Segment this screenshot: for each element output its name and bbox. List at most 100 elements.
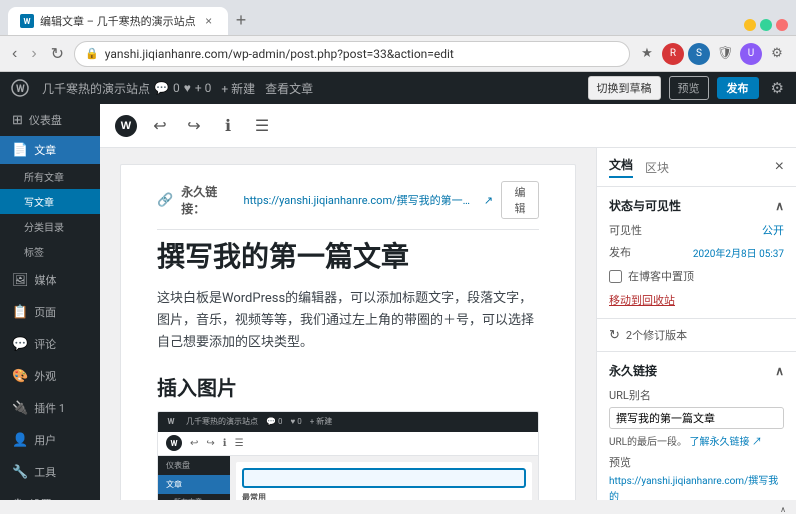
- editor-frame: 🔗 永久链接： https://yanshi.jiqianhanre.com/撰…: [120, 164, 576, 500]
- revisions-row[interactable]: ↻ 2个修订版本: [609, 327, 784, 343]
- sidebar-label-users: 用户: [34, 432, 56, 448]
- browser-tabs: W 编辑文章 – 几千寒热的演示站点 × +: [8, 0, 252, 35]
- section-title-visibility[interactable]: 状态与可见性 ∧: [609, 197, 784, 214]
- post-content[interactable]: 这块白板是WordPress的编辑器，可以添加标题文字，段落文字，图片，音乐，视…: [157, 288, 539, 354]
- nested-editor-screenshot: W 几千寒热的演示站点 💬 0 ♥ 0 + 新建 W ↩ ↪ ℹ ☰: [157, 411, 539, 500]
- editor-settings-btn[interactable]: ⚙: [767, 77, 788, 99]
- window-close[interactable]: [776, 19, 788, 31]
- adminbar-view-post-btn[interactable]: 查看文章: [265, 80, 313, 97]
- section-title-permalink[interactable]: 永久链接 ∧: [609, 362, 784, 379]
- wp-toolbar-logo-btn[interactable]: W: [112, 112, 140, 140]
- wp-logo[interactable]: W: [8, 76, 32, 100]
- browser-chrome: W 编辑文章 – 几千寒热的演示站点 × +: [0, 0, 796, 36]
- undo-btn[interactable]: ↩: [146, 112, 174, 140]
- nested-wp-icon: W: [164, 415, 178, 429]
- panel-section-permalink: 永久链接 ∧ URL别名 URL的最后一段。 了解永久链接 ↗ 预览 https…: [597, 352, 796, 500]
- sidebar-item-users[interactable]: 👤 用户: [0, 424, 100, 456]
- sidebar-label-posts: 文章: [34, 142, 56, 158]
- publish-value[interactable]: 2020年2月8日 05:37: [693, 245, 784, 260]
- browser-settings-icon[interactable]: ⚙: [766, 43, 788, 65]
- visibility-value[interactable]: 公开: [762, 222, 784, 238]
- insert-heading[interactable]: 插入图片: [157, 372, 539, 401]
- comments-icon: 💬: [12, 337, 28, 352]
- learn-more-link[interactable]: 了解永久链接 ↗: [690, 437, 762, 448]
- sidebar-item-media[interactable]: 🖼 媒体: [0, 264, 100, 296]
- preview-btn[interactable]: 预览: [669, 76, 709, 100]
- sidebar-label-pages: 页面: [34, 304, 56, 320]
- permalink-chevron-icon: ∧: [775, 364, 784, 378]
- permalink-link[interactable]: https://yanshi.jiqianhanre.com/撰写我的第一篇文章…: [244, 192, 476, 208]
- panel-section-revisions: ↻ 2个修订版本: [597, 319, 796, 352]
- pages-icon: 📋: [12, 305, 28, 320]
- sidebar-item-comments[interactable]: 💬 评论: [0, 328, 100, 360]
- nested-toolbar: W ↩ ↪ ℹ ☰: [158, 432, 538, 456]
- sidebar-item-dashboard[interactable]: ⊞ 仪表盘: [0, 104, 100, 136]
- nav-refresh-btn[interactable]: ↻: [47, 42, 68, 66]
- publish-row: 发布 2020年2月8日 05:37: [609, 244, 784, 260]
- sticky-label: 在博客中置顶: [628, 268, 694, 284]
- tab-block[interactable]: 区块: [645, 159, 669, 176]
- nested-menu-label: 最常用: [242, 488, 526, 500]
- permalink-preview-url[interactable]: https://yanshi.jiqianhanre.com/撰写我的一篇文章/…: [609, 476, 778, 500]
- nav-forward-btn[interactable]: ›: [27, 43, 40, 65]
- adminbar-right: 切换到草稿 预览 发布 ⚙: [588, 76, 788, 100]
- sidebar-item-tags[interactable]: 标签: [0, 239, 100, 264]
- extension-icon-3[interactable]: 🛡: [714, 43, 736, 65]
- sticky-checkbox[interactable]: [609, 270, 622, 283]
- window-maximize[interactable]: [760, 19, 772, 31]
- sidebar-label-plugins: 插件 1: [34, 400, 65, 416]
- sidebar-item-categories[interactable]: 分类目录: [0, 214, 100, 239]
- revisions-icon: ↻: [609, 328, 620, 343]
- sidebar-item-plugins[interactable]: 🔌 插件 1: [0, 392, 100, 424]
- menu-btn[interactable]: ☰: [248, 112, 276, 140]
- adminbar-view-post-label: 查看文章: [265, 82, 313, 96]
- tab-doc[interactable]: 文档: [609, 156, 633, 178]
- user-avatar[interactable]: U: [740, 43, 762, 65]
- posts-icon: 📄: [12, 143, 28, 158]
- publish-label: 发布: [609, 244, 631, 260]
- adminbar-comments-count: 0: [173, 81, 180, 95]
- new-tab-button[interactable]: +: [230, 10, 253, 31]
- sidebar-item-appearance[interactable]: 🎨 外观: [0, 360, 100, 392]
- info-btn[interactable]: ℹ: [214, 112, 242, 140]
- panel-close-btn[interactable]: ×: [775, 158, 784, 176]
- adminbar-new-btn[interactable]: + 新建: [221, 80, 255, 97]
- adminbar-site[interactable]: 几千寒热的演示站点 💬 0 ♥ + 0: [42, 80, 211, 97]
- permalink-label: 永久链接：: [181, 183, 235, 217]
- extension-icon-1[interactable]: R: [662, 43, 684, 65]
- url-alias-input[interactable]: [609, 407, 784, 429]
- hint-text: URL的最后一段。: [609, 437, 687, 448]
- browser-action-icons: ★ R S 🛡 U ⚙: [636, 43, 788, 65]
- external-link-icon: ↗: [484, 194, 493, 207]
- sidebar-item-tools[interactable]: 🔧 工具: [0, 456, 100, 488]
- move-to-trash-btn[interactable]: 移动到回收站: [609, 292, 675, 308]
- post-title[interactable]: 撰写我的第一篇文章: [157, 240, 539, 274]
- nested-editor-content: 最常用 ∧: [230, 456, 538, 500]
- sidebar-item-posts[interactable]: 📄 文章: [0, 136, 100, 164]
- sticky-checkbox-row: 在博客中置顶: [609, 268, 784, 284]
- nested-menu-icon: ☰: [235, 438, 244, 449]
- sidebar-item-pages[interactable]: 📋 页面: [0, 296, 100, 328]
- nested-likes: ♥ 0: [290, 417, 301, 426]
- switch-to-draft-btn[interactable]: 切换到草稿: [588, 76, 661, 100]
- sidebar-item-new-post[interactable]: 写文章: [0, 189, 100, 214]
- active-tab[interactable]: W 编辑文章 – 几千寒热的演示站点 ×: [8, 7, 228, 35]
- tab-close-btn[interactable]: ×: [202, 14, 216, 28]
- wp-toolbar-logo-icon: W: [115, 115, 137, 137]
- sidebar-label-appearance: 外观: [34, 368, 56, 384]
- address-bar[interactable]: 🔒 yanshi.jiqianhanre.com/wp-admin/post.p…: [74, 41, 630, 67]
- search-block-input[interactable]: [242, 468, 526, 488]
- extension-icon-2[interactable]: S: [688, 43, 710, 65]
- window-minimize[interactable]: [744, 19, 756, 31]
- nav-back-btn[interactable]: ‹: [8, 43, 21, 65]
- wp-adminbar: W 几千寒热的演示站点 💬 0 ♥ + 0 + 新建 查看文章 切换到草稿 预览…: [0, 72, 796, 104]
- redo-btn[interactable]: ↪: [180, 112, 208, 140]
- settings-icon: ⚙: [12, 497, 24, 501]
- bookmark-icon[interactable]: ★: [636, 43, 658, 65]
- publish-btn[interactable]: 发布: [717, 77, 759, 99]
- visibility-row: 可见性 公开: [609, 222, 784, 238]
- visibility-chevron-icon: ∧: [775, 199, 784, 213]
- permalink-edit-btn[interactable]: 编辑: [501, 181, 539, 219]
- sidebar-item-all-posts[interactable]: 所有文章: [0, 164, 100, 189]
- sidebar-item-settings[interactable]: ⚙ 设置: [0, 488, 100, 500]
